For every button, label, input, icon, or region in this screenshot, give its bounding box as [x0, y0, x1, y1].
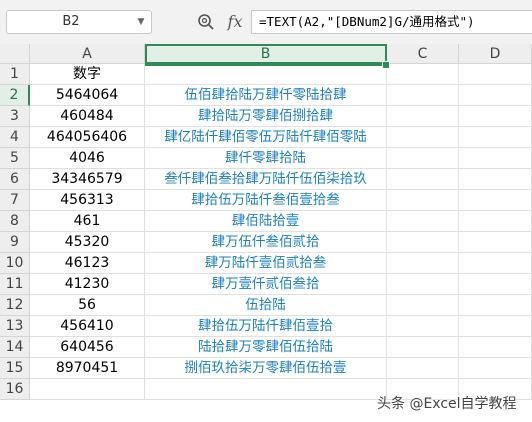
spreadsheet-grid: A B C D 1 数字 2 5464064 伍佰肆拾陆万肆仟零陆拾肆 3 460484 肆拾… — [0, 44, 532, 422]
cell-c[interactable] — [387, 253, 459, 274]
watermark: 头条 @Excel自学教程 — [377, 396, 517, 412]
row-header[interactable]: 1 — [0, 64, 30, 85]
column-header-a[interactable]: A — [30, 44, 145, 64]
zoom-icon[interactable] — [197, 13, 215, 31]
name-box-value: B2 — [62, 14, 80, 29]
row-header[interactable]: 12 — [0, 295, 30, 316]
cell-a[interactable]: 46123 — [30, 253, 145, 274]
cell-a[interactable] — [30, 379, 145, 400]
cell-d[interactable] — [459, 148, 532, 169]
fx-icon[interactable]: fx — [224, 10, 246, 34]
cell-a[interactable]: 8970451 — [30, 358, 145, 379]
cell-a[interactable]: 45320 — [30, 232, 145, 253]
row-header[interactable]: 5 — [0, 148, 30, 169]
cell-a[interactable]: 456410 — [30, 316, 145, 337]
cell-a[interactable]: 5464064 — [30, 85, 145, 106]
row-header[interactable]: 3 — [0, 106, 30, 127]
cell-d[interactable] — [459, 85, 532, 106]
cell-c[interactable] — [387, 274, 459, 295]
cell-a[interactable]: 4046 — [30, 148, 145, 169]
row-header[interactable]: 2 — [0, 85, 30, 106]
cell-b[interactable]: 肆仟零肆拾陆 — [145, 148, 387, 169]
cell-c[interactable] — [387, 337, 459, 358]
cell-d[interactable] — [459, 64, 532, 85]
cell-d[interactable] — [459, 190, 532, 211]
formula-text: =TEXT(A2,"[DBNum2]G/通用格式") — [259, 14, 475, 29]
row-header[interactable]: 11 — [0, 274, 30, 295]
cell-b[interactable]: 肆拾伍万陆仟叁佰壹拾叁 — [145, 190, 387, 211]
formula-input[interactable]: =TEXT(A2,"[DBNum2]G/通用格式") — [251, 10, 532, 34]
cell-a[interactable]: 56 — [30, 295, 145, 316]
row-header[interactable]: 8 — [0, 211, 30, 232]
cell-a[interactable]: 460484 — [30, 106, 145, 127]
cell-b[interactable] — [145, 379, 387, 400]
formula-bar: B2 ▼ fx =TEXT(A2,"[DBNum2]G/通用格式") — [0, 0, 532, 44]
cell-c[interactable] — [387, 316, 459, 337]
row-header[interactable]: 4 — [0, 127, 30, 148]
cell-b[interactable]: 叁仟肆佰叁拾肆万陆仟伍佰柒拾玖 — [145, 169, 387, 190]
row-header[interactable]: 13 — [0, 316, 30, 337]
cell-d[interactable] — [459, 106, 532, 127]
active-cell-selection — [145, 44, 387, 66]
row-header[interactable]: 14 — [0, 337, 30, 358]
cell-a[interactable]: 数字 — [30, 64, 145, 85]
cell-d[interactable] — [459, 295, 532, 316]
cell-c[interactable] — [387, 232, 459, 253]
cell-d[interactable] — [459, 211, 532, 232]
select-all-corner[interactable] — [0, 44, 30, 64]
name-box[interactable]: B2 ▼ — [6, 10, 152, 34]
row-header[interactable]: 16 — [0, 379, 30, 400]
cell-c[interactable] — [387, 169, 459, 190]
cell-b[interactable]: 肆拾伍万陆仟肆佰壹拾 — [145, 316, 387, 337]
row-header[interactable]: 15 — [0, 358, 30, 379]
cell-b[interactable]: 肆万陆仟壹佰贰拾叁 — [145, 253, 387, 274]
cell-b[interactable]: 伍拾陆 — [145, 295, 387, 316]
cell-b[interactable]: 肆拾陆万零肆佰捌拾肆 — [145, 106, 387, 127]
row-header[interactable]: 6 — [0, 169, 30, 190]
cell-b[interactable]: 伍佰肆拾陆万肆仟零陆拾肆 — [145, 85, 387, 106]
cell-c[interactable] — [387, 358, 459, 379]
column-header-d[interactable]: D — [459, 44, 532, 64]
cell-c[interactable] — [387, 148, 459, 169]
cell-d[interactable] — [459, 337, 532, 358]
cell-b[interactable]: 捌佰玖拾柒万零肆佰伍拾壹 — [145, 358, 387, 379]
cell-c[interactable] — [387, 295, 459, 316]
fill-handle[interactable] — [382, 61, 390, 69]
cell-d[interactable] — [459, 127, 532, 148]
cell-c[interactable] — [387, 190, 459, 211]
chevron-down-icon[interactable]: ▼ — [135, 11, 147, 33]
cell-c[interactable] — [387, 85, 459, 106]
row-header[interactable]: 7 — [0, 190, 30, 211]
cell-a[interactable]: 464056406 — [30, 127, 145, 148]
cell-a[interactable]: 456313 — [30, 190, 145, 211]
cell-c[interactable] — [387, 64, 459, 85]
cell-b[interactable]: 陆拾肆万零肆佰伍拾陆 — [145, 337, 387, 358]
cell-b[interactable]: 肆万壹仟贰佰叁拾 — [145, 274, 387, 295]
cell-c[interactable] — [387, 211, 459, 232]
cell-c[interactable] — [387, 127, 459, 148]
cell-d[interactable] — [459, 253, 532, 274]
row-header[interactable]: 9 — [0, 232, 30, 253]
cell-b[interactable]: 肆万伍仟叁佰贰拾 — [145, 232, 387, 253]
cell-a[interactable]: 640456 — [30, 337, 145, 358]
column-header-c[interactable]: C — [387, 44, 459, 64]
cell-b[interactable]: 肆佰陆拾壹 — [145, 211, 387, 232]
cell-b[interactable] — [145, 64, 387, 85]
cell-d[interactable] — [459, 232, 532, 253]
cell-c[interactable] — [387, 106, 459, 127]
cell-a[interactable]: 34346579 — [30, 169, 145, 190]
cell-a[interactable]: 41230 — [30, 274, 145, 295]
row-header[interactable]: 10 — [0, 253, 30, 274]
cell-a[interactable]: 461 — [30, 211, 145, 232]
cell-d[interactable] — [459, 274, 532, 295]
cell-d[interactable] — [459, 169, 532, 190]
cell-d[interactable] — [459, 316, 532, 337]
cell-b[interactable]: 肆亿陆仟肆佰零伍万陆仟肆佰零陆 — [145, 127, 387, 148]
cell-d[interactable] — [459, 358, 532, 379]
